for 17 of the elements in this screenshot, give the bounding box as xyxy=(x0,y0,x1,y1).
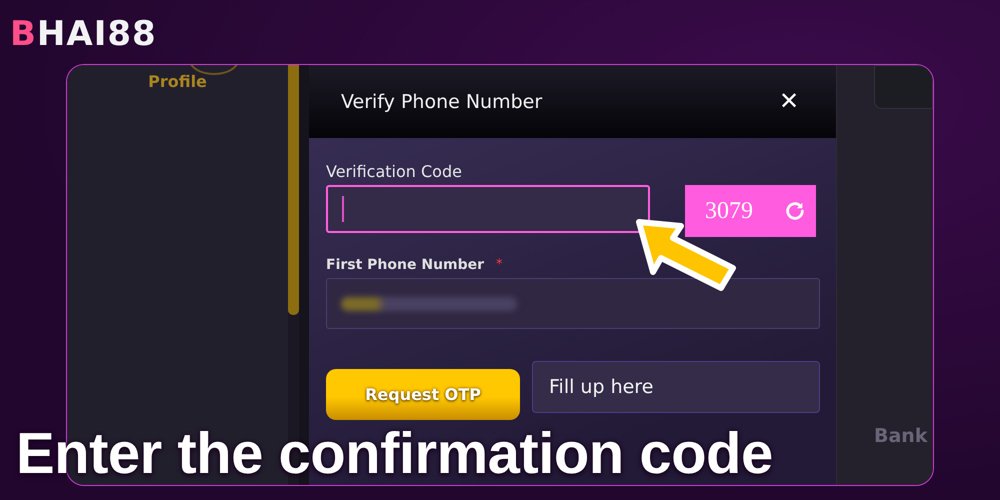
refresh-icon[interactable] xyxy=(784,200,806,222)
modal-title: Verify Phone Number xyxy=(341,90,542,112)
field-label: Verification Code xyxy=(326,162,463,181)
captcha-code: 3079 xyxy=(705,198,753,224)
close-button[interactable]: ✕ xyxy=(776,87,802,116)
text-cursor xyxy=(342,196,344,222)
logo: BHAI88 xyxy=(10,14,157,54)
request-otp-button[interactable]: Request OTP xyxy=(326,369,520,420)
captcha-box[interactable]: 3079 xyxy=(685,185,816,237)
menu-item[interactable]: Bank xyxy=(874,425,928,447)
field-label: First Phone Number xyxy=(326,257,484,273)
input-field[interactable] xyxy=(326,185,650,233)
input-field[interactable] xyxy=(326,278,820,329)
required-mark: * xyxy=(496,257,503,272)
sidebar-item[interactable]: Profile xyxy=(148,72,207,94)
scrollbar[interactable] xyxy=(288,65,299,315)
input-field[interactable]: Fill up here xyxy=(532,361,820,413)
